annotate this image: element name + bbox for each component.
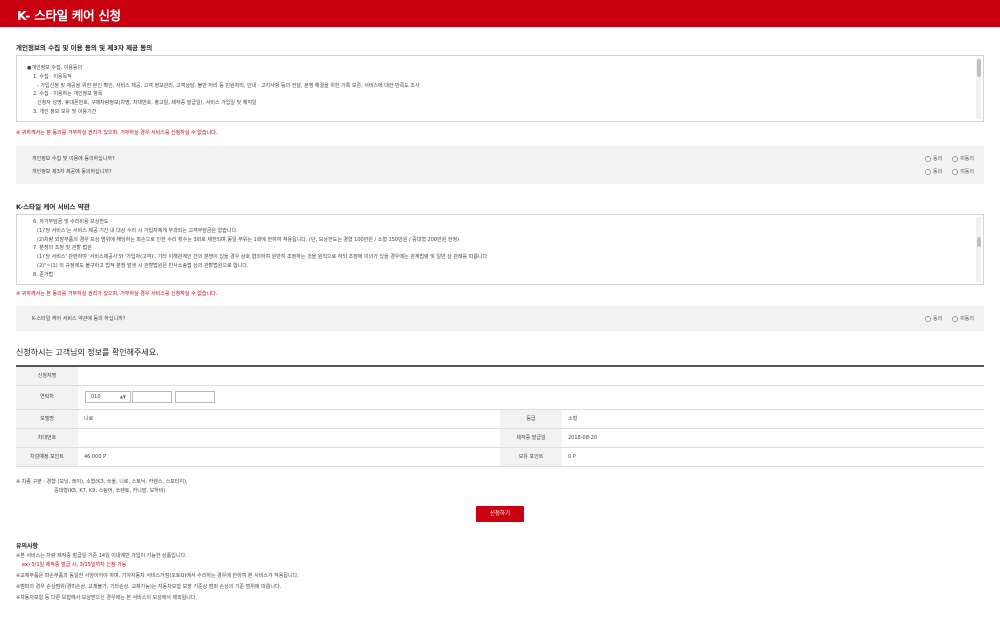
terms-line: 2. 수집 · 이용하는 개인정보 항목 — [33, 91, 103, 98]
consent-question-service: K-스타일 케어 서비스 약관에 동의 하십니까? 동의 미동의 — [32, 314, 974, 324]
consent-question-third-party: 개인정보 제3자 제공에 동의하십니까? 동의 미동의 — [32, 167, 974, 177]
service-consent-box: K-스타일 케어 서비스 약관에 동의 하십니까? 동의 미동의 — [16, 306, 984, 331]
service-terms-section-title: K-스타일 케어 서비스 약관 — [16, 203, 90, 211]
contact-value: 010 ▲▼ — [78, 386, 984, 409]
consent-question-collect: 개인정보 수집 및 이용에 동의하십니까? 동의 미동의 — [32, 154, 974, 164]
contact-row: 연락처 010 ▲▼ — [16, 386, 984, 410]
agree-radio-third-party[interactable]: 동의 — [924, 167, 943, 177]
page-header: K- 스타일 케어 신청 — [0, 0, 1000, 27]
privacy-terms-box[interactable]: ●개인정보 수집, 이용동의 1. 수집 · 이용목적 - 가입신청 및 재공을 위… — [16, 55, 984, 122]
privacy-consent-box: 개인정보 수집 및 이용에 동의하십니까? 동의 미동의 개인정보 제3자 제공… — [16, 146, 984, 184]
privacy-warning: ※ 귀하께서는 본 동의를 거부하실 권리가 있으며, 거부하실 경우 서비스를… — [16, 130, 218, 136]
radio-circle-icon[interactable] — [952, 316, 959, 322]
radio-circle-icon[interactable] — [924, 169, 931, 175]
page-title: K- 스타일 케어 신청 — [17, 8, 121, 23]
radio-label: 미동의 — [960, 156, 974, 162]
held-points-value: 0 P — [568, 454, 576, 460]
guide-line: ※범퍼의 경우 손상범위(경미손상, 교체불가, 기타손상, 교체가능)는 자동… — [16, 584, 282, 590]
terms-line: 7. 분쟁의 조정 및 관할 법원 — [33, 245, 92, 252]
phone-prefix-value: 010 — [91, 394, 101, 400]
terms-line: (1)'당 서비스'는 서비스 제공 기간 내 대상 수리 시 가입자에게 부과… — [37, 227, 238, 234]
privacy-section-title: 개인정보의 수집 및 이용 동의 및 제3자 제공 동의 — [16, 44, 153, 52]
expected-points-value: 46,000 P — [84, 454, 107, 460]
vin-row: 차대번호 제작증 발급일 2018-08-20 — [16, 429, 984, 448]
guide-title: 유의사항 — [16, 543, 39, 550]
radio-label: 미동의 — [960, 169, 974, 175]
disagree-radio-collect[interactable]: 미동의 — [952, 154, 974, 164]
radio-circle-icon[interactable] — [924, 156, 931, 162]
consent-radio-group: 동의 미동의 — [915, 167, 974, 177]
radio-label: 동의 — [932, 156, 943, 162]
radio-circle-icon[interactable] — [952, 156, 959, 162]
vin-value — [84, 429, 494, 447]
agree-radio-collect[interactable]: 동의 — [924, 154, 943, 164]
phone-middle-input[interactable] — [132, 391, 172, 403]
terms-line: 3. 개인 정보 보유 및 이용기간 — [33, 108, 97, 115]
terms-line: 신청자 성명, 휴대폰번호, 구매차량정보(차명, 차대번호, 출고일, 제작증… — [37, 100, 257, 107]
privacy-terms-content: ●개인정보 수집, 이용동의 1. 수집 · 이용목적 - 가입신청 및 재공을 위… — [27, 64, 969, 117]
points-row: 차감예정 포인트 46,000 P 보유 포인트 0 P — [16, 448, 984, 467]
service-terms-box[interactable]: 6. 자기부담금 및 수리비용 보상한도 (1)'당 서비스'는 서비스 제공 기… — [16, 214, 984, 285]
grade-label: 등급 — [500, 410, 562, 428]
radio-circle-icon[interactable] — [952, 169, 959, 175]
grade-value: 소형 — [568, 416, 578, 422]
expected-points-label: 차감예정 포인트 — [16, 448, 78, 466]
radio-label: 미동의 — [960, 316, 974, 322]
terms-line: 6. 자기부담금 및 수리비용 보상한도 — [33, 219, 109, 225]
consent-radio-group: 동의 미동의 — [915, 154, 974, 164]
consent-question-text: K-스타일 케어 서비스 약관에 동의 하십니까? — [32, 316, 126, 322]
disagree-radio-third-party[interactable]: 미동의 — [952, 167, 974, 177]
vehicle-class-note: ※ 차종 구분 : 경형 (모닝, 레이), 소형(K3, 쏘울, 니로, 스토… — [16, 479, 188, 485]
vin-label: 차대번호 — [16, 429, 78, 447]
customer-info-title: 신청하시는 고객님의 정보를 확인해주세요. — [16, 348, 159, 357]
terms-line: - 가입신청 및 재공을 위한 본인 확인, 서비스 제공, 고객 정보관리, … — [37, 82, 420, 89]
guide-line: ※교체부품은 파손부품과 동일한 사양이어야 하며, 기아자동차 서비스거점(오… — [16, 573, 299, 579]
guide-line: ※본 서비스는 차량 제작증 발급일 기준 14일 이내에만 가입이 가능한 상… — [16, 553, 187, 559]
terms-line: (2)차량 외장부품의 경우 보상 범위에 해당하는 파손으로 인한 수리 횟수… — [37, 236, 460, 243]
service-terms-warning: ※ 귀하께서는 본 동의를 거부하실 권리가 있으며, 거부하실 경우 서비스를… — [16, 291, 218, 297]
applicant-value — [78, 367, 984, 385]
applicant-label: 신청자명 — [16, 367, 78, 385]
cert-date-value: 2018-08-20 — [568, 435, 598, 441]
privacy-terms-scrollbar[interactable] — [976, 58, 981, 119]
terms-line: 8. 준거법 — [33, 271, 54, 278]
terms-line: (2)"~(1) 의 규정에도 불구하고 법적 분쟁 발생 시 관할법원은 민사… — [37, 262, 249, 269]
customer-info-table: 신청자명 연락처 010 ▲▼ 모델명 니로 등급 소형 차대번호 제작증 발급… — [16, 365, 984, 467]
contact-label: 연락처 — [16, 386, 78, 409]
scrollbar-thumb[interactable] — [976, 59, 981, 77]
select-arrow-icon: ▲▼ — [119, 394, 126, 399]
consent-question-text: 개인정보 제3자 제공에 동의하십니까? — [32, 169, 112, 175]
terms-line: (1)'당 서비스' 관련하여 '서비스제공사'와 '가입자(고객)', 기타 … — [37, 254, 489, 261]
consent-question-text: 개인정보 수집 및 이용에 동의하십니까? — [32, 156, 115, 162]
guide-line: ※자동차보험 등 다른 보험에서 보상받으신 경우에는 본 서비스의 보상에서 … — [16, 595, 198, 601]
model-value: 니로 — [84, 416, 94, 422]
disagree-radio-service[interactable]: 미동의 — [952, 314, 974, 324]
model-row: 모델명 니로 등급 소형 — [16, 410, 984, 429]
vehicle-class-note-cont: 중대형(K5, K7, K9, 스팅어, 쏘렌토, 카니발, 모하비) — [54, 488, 166, 494]
model-label: 모델명 — [16, 410, 78, 428]
service-terms-content: 6. 자기부담금 및 수리비용 보상한도 (1)'당 서비스'는 서비스 제공 기… — [27, 218, 969, 280]
terms-line: ●개인정보 수집, 이용동의 — [27, 65, 83, 71]
service-terms-scrollbar[interactable] — [976, 217, 981, 282]
phone-last-input[interactable] — [175, 391, 215, 403]
radio-label: 동의 — [932, 169, 943, 175]
radio-label: 동의 — [932, 316, 943, 322]
cert-date-label: 제작증 발급일 — [500, 429, 562, 447]
radio-circle-icon[interactable] — [924, 316, 931, 322]
agree-radio-service[interactable]: 동의 — [924, 314, 943, 324]
applicant-row: 신청자명 — [16, 367, 984, 386]
held-points-label: 보유 포인트 — [500, 448, 562, 466]
apply-button[interactable]: 신청하기 — [476, 506, 524, 522]
terms-line: 1. 수집 · 이용목적 — [33, 73, 72, 80]
guide-example-line: ex) 3/1일 제작증 발급 시, 3/15일까지 신청 가능 — [22, 562, 127, 568]
phone-prefix-select[interactable]: 010 ▲▼ — [85, 391, 131, 403]
scrollbar-thumb[interactable] — [976, 237, 981, 247]
consent-radio-group: 동의 미동의 — [915, 314, 974, 324]
